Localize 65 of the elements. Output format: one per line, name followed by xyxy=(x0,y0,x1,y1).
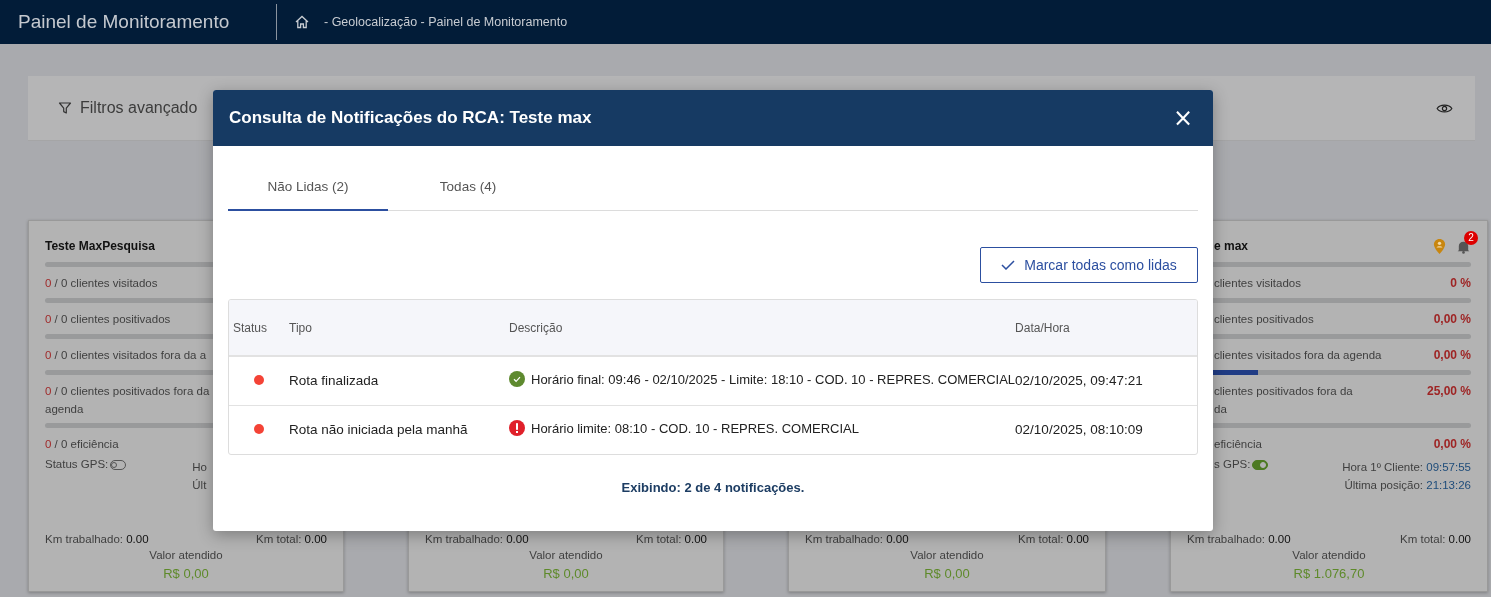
metric-label: 0 / 0 clientes visitados xyxy=(45,276,158,291)
tab[interactable]: Todas (4) xyxy=(388,164,548,211)
km-label: Km trabalhado: 0.00 xyxy=(425,533,529,545)
home-icon[interactable] xyxy=(294,14,310,30)
close-button[interactable]: × xyxy=(1168,104,1197,132)
check-circle-icon xyxy=(509,371,525,388)
table-cell: 02/10/2025, 09:47:21 xyxy=(1015,373,1143,389)
time-label: Ho xyxy=(192,460,207,475)
filter-icon xyxy=(58,101,72,115)
filter-label[interactable]: Filtros avançado xyxy=(80,99,198,117)
metric-percent: 0,00 % xyxy=(1433,436,1471,453)
table-cell: Rota finalizada xyxy=(289,373,379,389)
check-icon xyxy=(1001,260,1016,270)
metric-label: 0 / 0 clientes visitados fora da a xyxy=(45,348,207,363)
notification-badge: 2 xyxy=(1464,230,1478,245)
metric-label: clientes positivados xyxy=(1214,312,1314,327)
mark-all-read-button[interactable]: Marcar todas como lidas xyxy=(980,247,1198,283)
km-label: Km total: 0.00 xyxy=(256,533,327,545)
metric-percent: 0,00 % xyxy=(1433,311,1471,328)
metric-label: clientes positivados fora da da xyxy=(1214,384,1353,417)
results-count: Exibindo: 2 de 4 notificações. xyxy=(620,480,806,495)
column-header: Status xyxy=(233,320,268,335)
card-title: e max xyxy=(1214,239,1249,253)
time-label: Últ xyxy=(192,478,207,493)
value-label: Valor atendido xyxy=(909,549,985,561)
value-label: Valor atendido xyxy=(528,549,604,561)
time-label: Última posição: 21:13:26 xyxy=(1343,478,1471,493)
table-cell: Horário final: 09:46 - 02/10/2025 - Limite: 18:10 - COD. 10 - REPRES. COMERCIAL xyxy=(531,371,1016,387)
gps-label: Status GPS: xyxy=(45,458,109,470)
app-title: Painel de Monitoramento xyxy=(17,11,231,33)
breadcrumb[interactable]: - Geolocalização - Painel de Monitoramento xyxy=(324,15,568,29)
card-title: Teste MaxPesquisa xyxy=(45,239,155,253)
metric-label: 0 / 0 eficiência xyxy=(45,437,119,452)
value-amount: R$ 0,00 xyxy=(162,566,210,581)
km-label: Km trabalhado: 0.00 xyxy=(45,533,149,545)
value-label: Valor atendido xyxy=(1291,549,1367,561)
table-cell: Rota não iniciada pela manhã xyxy=(289,422,468,438)
dialog-title: Consulta de Notificações do RCA: Teste max xyxy=(229,108,592,128)
value-amount: R$ 1.076,70 xyxy=(1292,566,1366,581)
km-label: Km total: 0.00 xyxy=(636,533,707,545)
column-header: Descrição xyxy=(509,320,563,335)
alert-circle-icon xyxy=(509,420,525,437)
metric-label: clientes visitados fora da agenda xyxy=(1214,348,1382,363)
metric-label: clientes visitados xyxy=(1214,276,1301,291)
table-cell: 02/10/2025, 08:10:09 xyxy=(1015,422,1143,438)
km-label: Km total: 0.00 xyxy=(1400,533,1471,545)
metric-percent: 25,00 % xyxy=(1426,383,1471,400)
metric-label: 0 / 0 clientes positivados xyxy=(45,312,171,327)
value-label: Valor atendido xyxy=(148,549,224,561)
metric-percent: 0,00 % xyxy=(1433,347,1471,364)
column-header: Data/Hora xyxy=(1015,320,1070,335)
km-label: Km total: 0.00 xyxy=(1018,533,1089,545)
tab[interactable]: Não Lidas (2) xyxy=(228,164,388,211)
table-cell: Horário limite: 08:10 - COD. 10 - REPRES. COMERCIAL xyxy=(531,420,859,436)
gps-label: s GPS: xyxy=(1214,458,1251,470)
km-label: Km trabalhado: 0.00 xyxy=(1187,533,1291,545)
column-header: Tipo xyxy=(289,320,312,335)
eye-icon[interactable] xyxy=(1436,102,1453,114)
km-label: Km trabalhado: 0.00 xyxy=(805,533,909,545)
metric-percent: 0 % xyxy=(1450,275,1471,292)
time-label: Hora 1º Cliente: 09:57:55 xyxy=(1342,460,1471,475)
metric-label: eficiência xyxy=(1214,437,1262,452)
value-amount: R$ 0,00 xyxy=(923,566,971,581)
metric-label: 0 / 0 clientes positivados fora da agenda xyxy=(45,384,210,417)
value-amount: R$ 0,00 xyxy=(542,566,590,581)
